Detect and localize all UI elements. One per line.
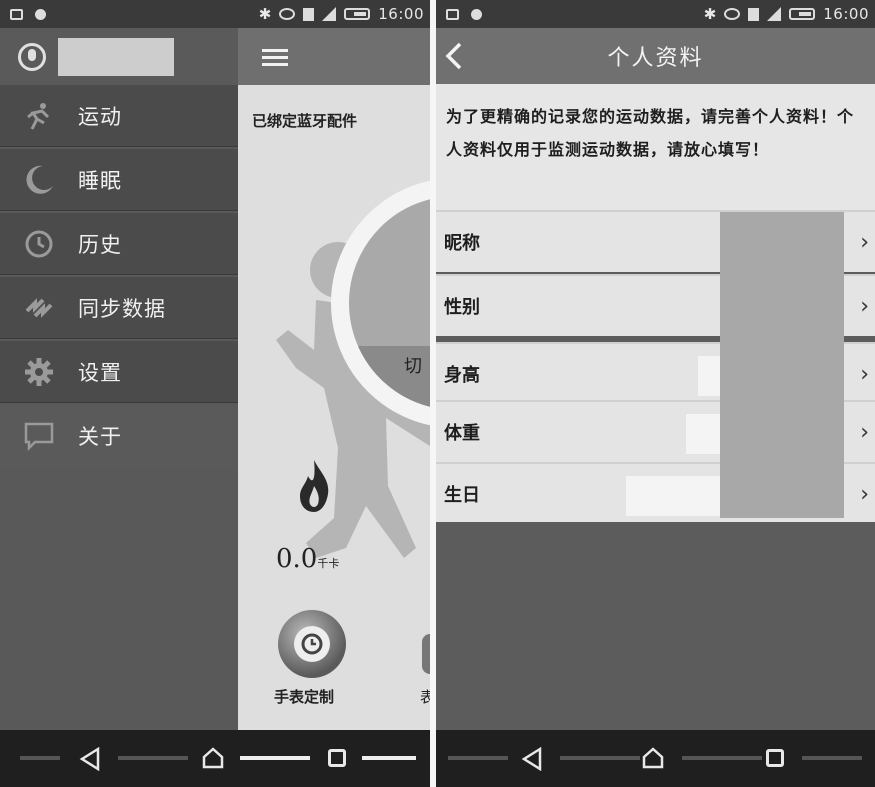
bound-device-label: 已绑定蓝牙配件 (252, 112, 358, 130)
home-nav-icon[interactable] (642, 747, 664, 769)
system-navigation-bar (436, 730, 875, 787)
chat-bubble-icon (0, 421, 78, 451)
profile-notice-text: 为了更精确的记录您的运动数据，请完善个人资料！个人资料仅用于监测运动数据，请放心… (436, 84, 875, 210)
nav-divider (362, 756, 416, 760)
menu-item-settings[interactable]: 设置 (0, 341, 238, 403)
home-app-bar (238, 28, 430, 85)
nav-divider (802, 756, 862, 760)
list-menu-icon[interactable] (262, 47, 288, 67)
flame-icon (300, 460, 329, 512)
field-value (698, 356, 722, 396)
field-label: 昵称 (444, 233, 480, 254)
partial-feature-icon[interactable] (422, 634, 430, 674)
bluetooth-icon: ✱ (703, 5, 717, 23)
right-phone-screen: ✱ 16:00 个人资料 为了更精确的记录您的运动数据，请完善个人资料！个人资料… (436, 0, 875, 787)
menu-label: 设置 (78, 360, 122, 385)
signal-icon (322, 7, 337, 21)
image-notification-icon (10, 8, 23, 20)
notification-dot-icon (471, 8, 482, 20)
image-notification-icon (446, 8, 459, 20)
page-title: 个人资料 (607, 46, 704, 71)
profile-app-bar: 个人资料 (436, 28, 875, 84)
menu-label: 睡眠 (78, 168, 122, 193)
chevron-right-icon: › (860, 293, 869, 319)
nav-divider (20, 756, 60, 760)
screenshot-root: ✱ 16:00 已绑定蓝牙配件 切 0.0千卡 手表定制 表 运动 睡眠 历史 … (0, 0, 875, 787)
calorie-unit: 千卡 (317, 557, 340, 570)
clock-icon (0, 229, 78, 259)
field-value (686, 414, 722, 454)
chevron-right-icon: › (860, 419, 869, 445)
field-label: 生日 (444, 485, 480, 506)
sim-icon (748, 7, 760, 21)
calorie-value: 0.0千卡 (276, 544, 339, 574)
watch-customize-label: 手表定制 (274, 688, 335, 706)
menu-item-sleep[interactable]: 睡眠 (0, 149, 238, 211)
chevron-right-icon: › (860, 229, 869, 255)
back-nav-icon[interactable] (520, 747, 544, 771)
home-content-panel: 已绑定蓝牙配件 切 0.0千卡 手表定制 表 (238, 28, 430, 730)
menu-item-sync-data[interactable]: 同步数据 (0, 277, 238, 339)
username-redacted (58, 37, 174, 76)
notification-dot-icon (35, 8, 46, 20)
gear-icon (0, 356, 78, 388)
battery-icon (789, 8, 816, 20)
status-time: 16:00 (823, 5, 869, 23)
chevron-right-icon: › (860, 481, 869, 507)
nav-divider (560, 756, 640, 760)
watch-icon (294, 626, 330, 662)
bluetooth-icon: ✱ (258, 5, 272, 23)
back-nav-icon[interactable] (78, 747, 102, 771)
field-value (626, 476, 722, 516)
moon-icon (0, 164, 78, 196)
menu-item-history[interactable]: 历史 (0, 213, 238, 275)
navigation-drawer: 运动 睡眠 历史 同步数据 设置 关于 (0, 28, 238, 730)
menu-label: 运动 (78, 104, 122, 129)
watch-customize-button[interactable] (278, 610, 346, 678)
nav-divider (240, 756, 310, 760)
menu-label: 同步数据 (78, 296, 166, 321)
field-label: 身高 (444, 365, 480, 386)
avatar-icon[interactable] (18, 42, 46, 71)
battery-icon (344, 8, 371, 20)
nav-divider (682, 756, 762, 760)
calorie-number: 0.0 (276, 544, 318, 574)
left-phone-screen: ✱ 16:00 已绑定蓝牙配件 切 0.0千卡 手表定制 表 运动 睡眠 历史 … (0, 0, 430, 787)
menu-item-sport[interactable]: 运动 (0, 85, 238, 147)
sync-icon (0, 293, 78, 323)
empty-content-area (436, 522, 875, 730)
field-label: 体重 (444, 423, 480, 444)
status-time: 16:00 (378, 5, 424, 23)
home-nav-icon[interactable] (202, 747, 224, 769)
menu-label: 历史 (78, 232, 122, 257)
drawer-header (0, 28, 238, 85)
nav-divider (118, 756, 188, 760)
running-icon (0, 101, 78, 131)
status-bar: ✱ 16:00 (436, 0, 875, 28)
signal-icon (767, 7, 782, 21)
partial-feature-label: 表 (420, 688, 430, 706)
switch-label[interactable]: 切 (404, 352, 422, 378)
status-bar: ✱ 16:00 (0, 0, 430, 28)
field-label: 性别 (444, 297, 480, 318)
chevron-right-icon: › (860, 361, 869, 387)
eye-icon (724, 8, 741, 20)
back-arrow-icon[interactable] (440, 38, 470, 74)
eye-icon (279, 8, 296, 20)
system-navigation-bar (0, 730, 430, 787)
menu-item-about[interactable]: 关于 (0, 405, 238, 467)
sim-icon (303, 7, 315, 21)
redacted-values-block (720, 212, 844, 518)
menu-label: 关于 (78, 425, 122, 449)
recent-apps-icon[interactable] (766, 749, 784, 767)
nav-divider (448, 756, 508, 760)
recent-apps-icon[interactable] (328, 749, 346, 767)
